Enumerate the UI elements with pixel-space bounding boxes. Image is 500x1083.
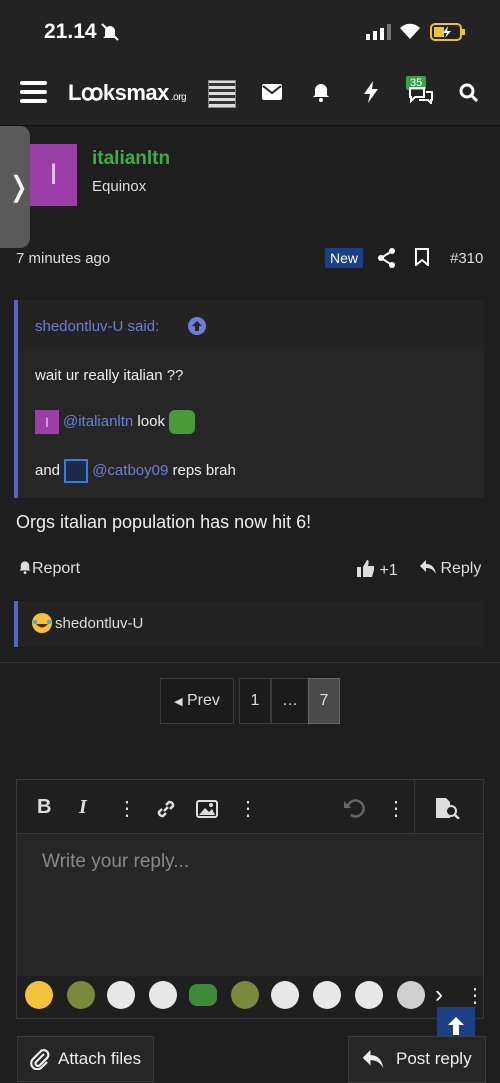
status-time: 21.14 (44, 20, 97, 43)
reply-input[interactable] (17, 835, 483, 975)
quote-text-line: wait ur really italian ?? (35, 367, 184, 384)
reactions-bar[interactable]: shedontluv-U (14, 601, 484, 647)
pagination-prev[interactable]: ◀ Prev (160, 678, 234, 724)
undo-icon[interactable] (343, 798, 365, 818)
smilie-bar: › ⋮ (17, 976, 485, 1018)
wojak-emoji-icon[interactable] (313, 981, 341, 1009)
arrow-up-circle-icon[interactable] (188, 317, 206, 335)
preview-icon[interactable] (435, 797, 461, 819)
post-number[interactable]: #310 (450, 250, 483, 267)
chevron-right-icon[interactable]: › (435, 981, 443, 1009)
reply-button[interactable]: Reply (420, 560, 481, 578)
wojak-emoji-icon[interactable] (397, 981, 425, 1009)
mention-avatar (64, 459, 89, 483)
mention-avatar: I (35, 410, 59, 434)
thumbs-up-icon (357, 560, 374, 577)
bookmark-icon[interactable] (415, 248, 429, 266)
post-reply-button[interactable]: Post reply (348, 1036, 486, 1083)
reactions-users: shedontluv-U (55, 615, 144, 632)
wojak-emoji-icon[interactable] (107, 981, 135, 1009)
new-badge: New (325, 248, 364, 268)
mention-link[interactable]: @catboy09 (92, 462, 168, 479)
poster-username[interactable]: italianltn (92, 148, 170, 170)
hamburger-menu-icon[interactable] (20, 80, 47, 104)
more-options-icon[interactable]: ⋮ (386, 796, 406, 821)
shrek-emoji-icon[interactable] (231, 981, 259, 1009)
pagination-current-page[interactable]: 7 (308, 678, 340, 724)
top-navigation: Lꝏksmax .org 35 (0, 62, 500, 126)
laughing-crying-emoji-icon (32, 613, 52, 633)
wojak-emoji-icon[interactable] (149, 981, 177, 1009)
reply-arrow-icon (420, 560, 436, 574)
post-meta: 7 minutes ago New #310 (0, 244, 500, 272)
wojak-emoji-icon[interactable] (271, 981, 299, 1009)
chat-bubbles-icon[interactable] (408, 86, 434, 104)
report-button[interactable]: Report (18, 560, 80, 578)
italic-icon[interactable]: I (79, 796, 87, 819)
quote-block: shedontluv-U said: wait ur really italia… (14, 300, 484, 498)
quote-header: shedontluv-U said: (18, 300, 484, 350)
quote-author[interactable]: shedontluv-U said: (35, 318, 159, 335)
reply-arrow-icon (362, 1050, 384, 1068)
wifi-icon (400, 23, 420, 39)
battery-icon (430, 23, 465, 41)
bolt-icon[interactable] (364, 81, 378, 103)
like-button[interactable]: +1 (357, 560, 398, 580)
poster-avatar[interactable]: I (30, 144, 77, 206)
sidebar-toggle[interactable]: ❭ (0, 126, 30, 248)
more-options-icon[interactable]: ⋮ (465, 983, 485, 1008)
status-bar: 21.14 (0, 0, 500, 62)
poster-user-title: Equinox (92, 178, 147, 195)
image-icon[interactable] (196, 800, 218, 818)
share-icon[interactable] (378, 248, 396, 268)
mail-icon[interactable] (262, 84, 282, 100)
bell-icon[interactable] (312, 82, 330, 102)
chevron-left-icon: ◀ (174, 696, 183, 708)
signal-icon (366, 24, 391, 40)
editor-toolbar: B I ⋮ ⋮ ⋮ (17, 780, 483, 834)
user-avatar-nav[interactable] (208, 80, 236, 108)
post-body: Orgs italian population has now hit 6! (16, 512, 312, 532)
shrek-emoji-icon[interactable] (67, 981, 95, 1009)
post-actions: Report +1 Reply (0, 556, 500, 584)
pepe-emoji-icon[interactable] (189, 984, 217, 1006)
search-icon[interactable] (459, 83, 479, 103)
link-icon[interactable] (155, 798, 177, 820)
bell-icon (19, 561, 31, 574)
quote-text-line: and @catboy09 reps brah (35, 459, 236, 485)
divider (0, 662, 500, 663)
more-options-icon[interactable]: ⋮ (238, 796, 258, 821)
bold-icon[interactable]: B (37, 796, 51, 819)
laughing-emoji-icon[interactable] (25, 981, 53, 1009)
wojak-emoji-icon[interactable] (355, 981, 383, 1009)
post-timestamp[interactable]: 7 minutes ago (16, 250, 110, 267)
site-logo[interactable]: Lꝏksmax .org (68, 80, 187, 106)
post-header: I ❭ italianltn Equinox (0, 126, 500, 248)
pagination-ellipsis[interactable]: … (271, 678, 309, 724)
mention-link[interactable]: @italianltn (63, 413, 133, 430)
bell-off-icon (101, 23, 119, 41)
paperclip-icon (30, 1049, 50, 1070)
reply-editor: B I ⋮ ⋮ ⋮ › ⋮ (16, 779, 485, 1019)
chevron-right-icon: ❭ (7, 171, 31, 202)
pagination-page-1[interactable]: 1 (239, 678, 271, 724)
quote-text-line: I @italianltn look (35, 410, 195, 436)
toolbar-divider (414, 780, 415, 834)
more-options-icon[interactable]: ⋮ (117, 796, 137, 821)
pepe-emoji-icon (168, 410, 195, 434)
attach-files-button[interactable]: Attach files (17, 1036, 154, 1082)
